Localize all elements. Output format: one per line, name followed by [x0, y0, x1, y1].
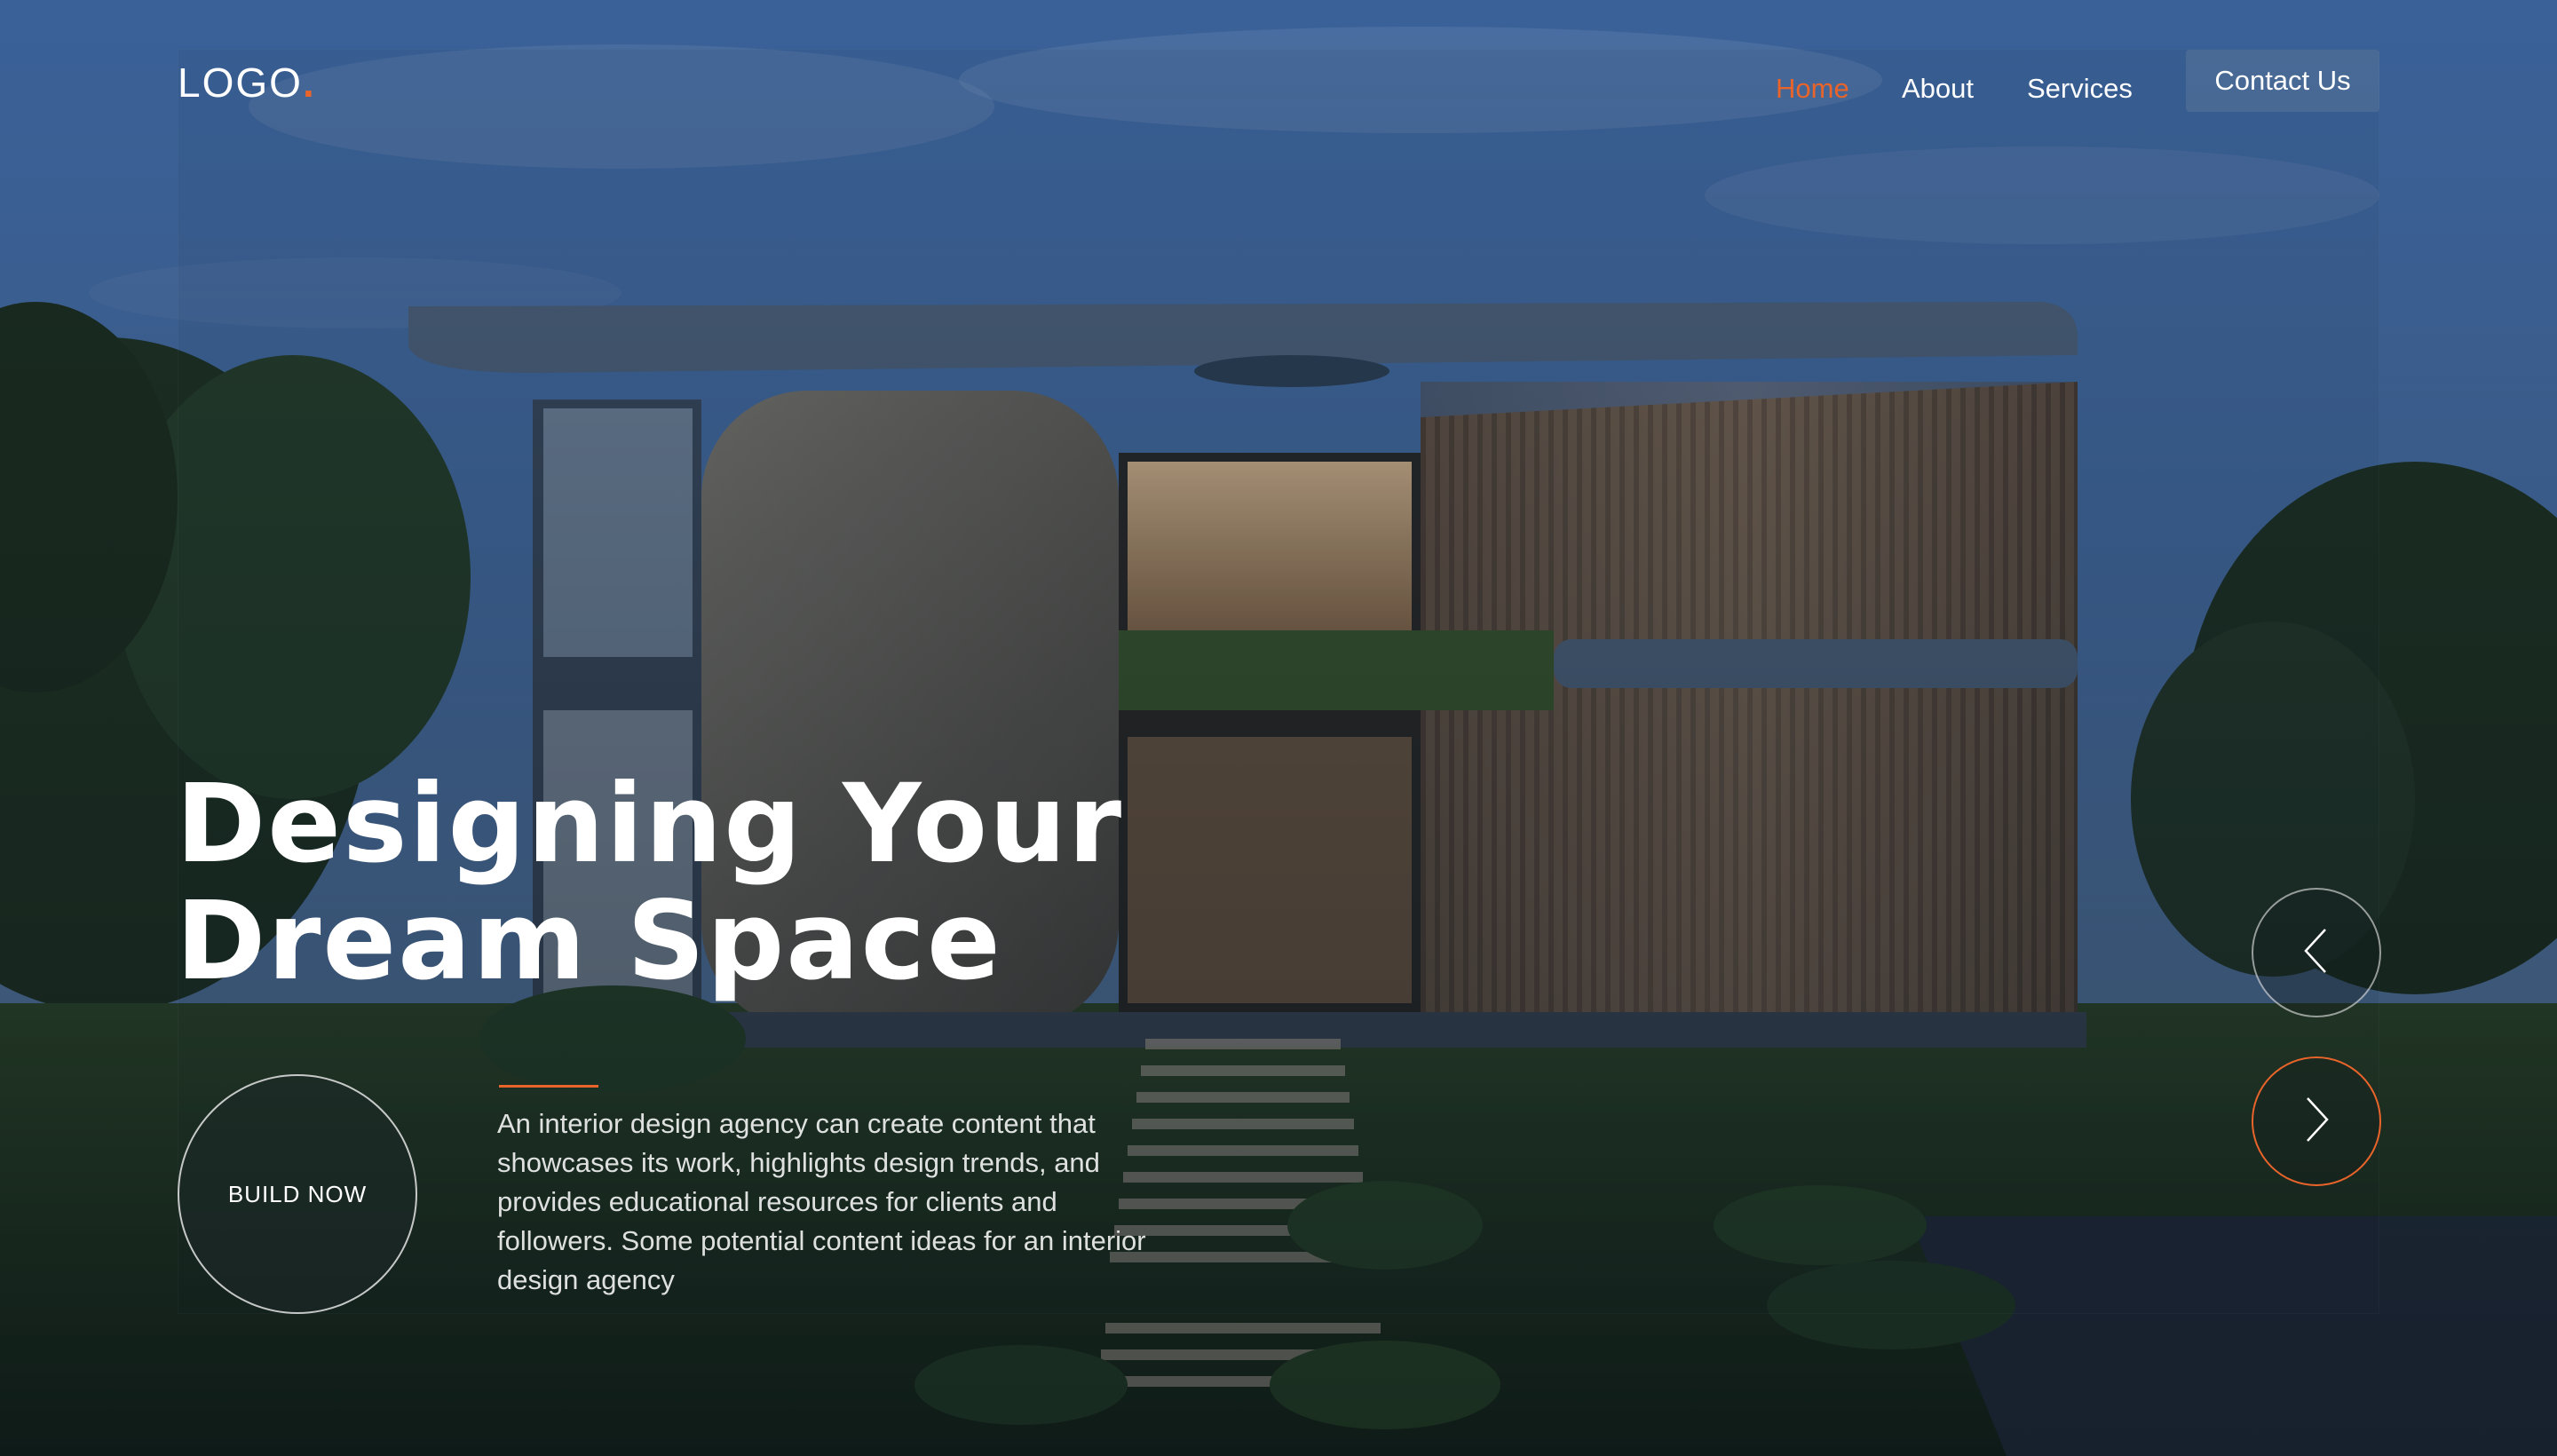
- build-now-label: BUILD NOW: [227, 1180, 368, 1207]
- slider-prev-button[interactable]: [2252, 888, 2381, 1017]
- build-now-button[interactable]: BUILD NOW: [178, 1074, 417, 1314]
- contact-us-button[interactable]: Contact Us: [2186, 50, 2379, 112]
- hero-title-line-1: Designing Your: [176, 761, 1124, 887]
- chevron-right-icon: [2299, 1093, 2334, 1151]
- accent-divider: [499, 1085, 598, 1088]
- slider-next-button[interactable]: [2252, 1056, 2381, 1186]
- hero-title-line-2: Dream Space: [176, 878, 1002, 1004]
- nav-item-about[interactable]: About: [1902, 62, 1974, 115]
- chevron-left-icon: [2299, 924, 2334, 982]
- nav-item-home[interactable]: Home: [1776, 62, 1849, 115]
- hero-description: An interior design agency can create con…: [497, 1108, 1146, 1295]
- nav-item-services[interactable]: Services: [2027, 62, 2133, 115]
- main-nav: Home About Services: [0, 62, 2557, 115]
- hero-title: Designing Your Dream Space: [176, 765, 1419, 1000]
